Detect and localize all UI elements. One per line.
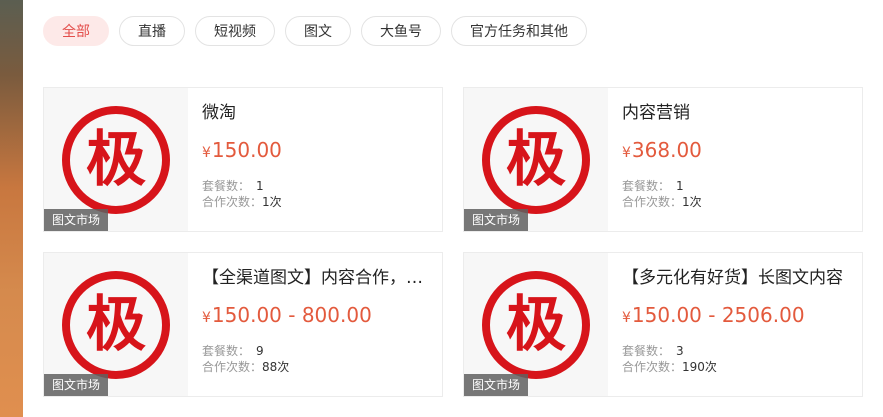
currency-symbol: ¥ <box>622 310 631 326</box>
package-count-label: 套餐数： <box>622 344 671 358</box>
service-card[interactable]: 极 图文市场 微淘 ¥150.00 套餐数： 1 合作次数：1次 <box>43 87 443 232</box>
package-count-row: 套餐数： 1 <box>622 177 684 194</box>
page: 全部 直播 短视频 图文 大鱼号 官方任务和其他 极 图文市场 微淘 ¥150.… <box>0 0 883 417</box>
card-info: 内容营销 ¥368.00 套餐数： 1 合作次数：1次 <box>622 88 858 231</box>
cooperation-count-value: 1次 <box>262 195 282 209</box>
card-info: 【多元化有好货】长图文内容 ¥150.00 - 2506.00 套餐数： 3 合作… <box>622 253 858 396</box>
filter-dayu[interactable]: 大鱼号 <box>361 16 441 46</box>
cooperation-count-label: 合作次数： <box>202 195 263 209</box>
package-count-row: 套餐数： 1 <box>202 177 264 194</box>
card-thumbnail[interactable]: 极 图文市场 <box>464 253 608 396</box>
package-count-value: 1 <box>256 179 264 193</box>
price-value: 150.00 <box>211 138 282 162</box>
card-price: ¥150.00 - 2506.00 <box>622 303 805 327</box>
package-count-value: 1 <box>676 179 684 193</box>
card-thumbnail[interactable]: 极 图文市场 <box>464 88 608 231</box>
filter-all[interactable]: 全部 <box>43 16 109 46</box>
card-info: 微淘 ¥150.00 套餐数： 1 合作次数：1次 <box>202 88 438 231</box>
filter-live[interactable]: 直播 <box>119 16 185 46</box>
market-tag: 图文市场 <box>44 209 109 231</box>
price-value: 368.00 <box>631 138 702 162</box>
card-title[interactable]: 【全渠道图文】内容合作，专业达人团队 <box>202 263 434 288</box>
cooperation-count-label: 合作次数： <box>622 360 683 374</box>
cooperation-count-value: 190次 <box>682 360 717 374</box>
cooperation-count-row: 合作次数：1次 <box>202 193 282 210</box>
price-value: 150.00 - 800.00 <box>211 303 372 327</box>
package-count-label: 套餐数： <box>202 179 251 193</box>
filter-short-video[interactable]: 短视频 <box>195 16 275 46</box>
card-title[interactable]: 内容营销 <box>622 98 854 123</box>
card-title[interactable]: 【多元化有好货】长图文内容 <box>622 263 854 288</box>
svg-text:极: 极 <box>86 290 146 360</box>
background-image-strip <box>0 0 23 417</box>
svg-text:极: 极 <box>506 125 566 195</box>
package-count-label: 套餐数： <box>202 344 251 358</box>
currency-symbol: ¥ <box>202 145 211 161</box>
svg-text:极: 极 <box>506 290 566 360</box>
card-thumbnail[interactable]: 极 图文市场 <box>44 253 188 396</box>
filter-official-tasks[interactable]: 官方任务和其他 <box>451 16 587 46</box>
cooperation-count-row: 合作次数：1次 <box>622 193 702 210</box>
ji-seal-icon: 极 <box>482 271 590 379</box>
package-count-value: 3 <box>676 344 684 358</box>
card-price: ¥150.00 <box>202 138 282 162</box>
cooperation-count-row: 合作次数：190次 <box>622 358 717 375</box>
package-count-value: 9 <box>256 344 264 358</box>
svg-text:极: 极 <box>86 125 146 195</box>
package-count-row: 套餐数： 9 <box>202 342 264 359</box>
ji-seal-icon: 极 <box>62 271 170 379</box>
cooperation-count-label: 合作次数： <box>202 360 263 374</box>
card-title[interactable]: 微淘 <box>202 98 434 123</box>
currency-symbol: ¥ <box>622 145 631 161</box>
ji-seal-icon: 极 <box>482 106 590 214</box>
service-card[interactable]: 极 图文市场 【全渠道图文】内容合作，专业达人团队 ¥150.00 - 800.… <box>43 252 443 397</box>
card-thumbnail[interactable]: 极 图文市场 <box>44 88 188 231</box>
cooperation-count-row: 合作次数：88次 <box>202 358 289 375</box>
card-info: 【全渠道图文】内容合作，专业达人团队 ¥150.00 - 800.00 套餐数：… <box>202 253 438 396</box>
market-tag: 图文市场 <box>464 209 529 231</box>
price-value: 150.00 - 2506.00 <box>631 303 805 327</box>
package-count-label: 套餐数： <box>622 179 671 193</box>
market-panel: 全部 直播 短视频 图文 大鱼号 官方任务和其他 极 图文市场 微淘 ¥150.… <box>23 0 883 417</box>
service-card[interactable]: 极 图文市场 【多元化有好货】长图文内容 ¥150.00 - 2506.00 套… <box>463 252 863 397</box>
ji-seal-icon: 极 <box>62 106 170 214</box>
currency-symbol: ¥ <box>202 310 211 326</box>
cooperation-count-value: 1次 <box>682 195 702 209</box>
market-tag: 图文市场 <box>44 374 109 396</box>
service-card[interactable]: 极 图文市场 内容营销 ¥368.00 套餐数： 1 合作次数：1次 <box>463 87 863 232</box>
card-price: ¥368.00 <box>622 138 702 162</box>
cooperation-count-label: 合作次数： <box>622 195 683 209</box>
card-price: ¥150.00 - 800.00 <box>202 303 372 327</box>
cooperation-count-value: 88次 <box>262 360 290 374</box>
package-count-row: 套餐数： 3 <box>622 342 684 359</box>
category-filter-bar: 全部 直播 短视频 图文 大鱼号 官方任务和其他 <box>43 16 587 46</box>
filter-image-text[interactable]: 图文 <box>285 16 351 46</box>
market-tag: 图文市场 <box>464 374 529 396</box>
